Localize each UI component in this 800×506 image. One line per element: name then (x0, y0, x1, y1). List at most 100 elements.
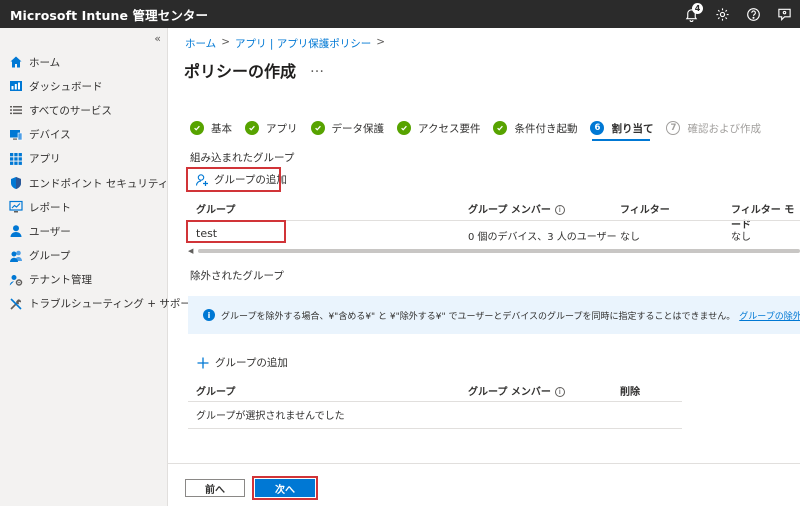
sidebar-item-devices[interactable]: デバイス (0, 123, 168, 147)
feedback-icon[interactable] (769, 0, 800, 28)
scroll-left-icon[interactable]: ◀ (188, 247, 193, 255)
top-bar: Microsoft Intune 管理センター 4 (0, 0, 800, 28)
step-assignments[interactable]: 6 割り当て (590, 121, 653, 136)
step-access-requirements[interactable]: アクセス要件 (397, 121, 480, 136)
plus-icon (197, 357, 209, 368)
step-label: 条件付き起動 (514, 122, 578, 135)
check-icon (310, 121, 325, 135)
sidebar-item-tenant-admin[interactable]: テナント管理 (0, 268, 168, 292)
check-icon (493, 121, 508, 135)
included-groups-label: 組み込まれたグループ (190, 152, 295, 164)
user-icon (9, 224, 23, 238)
sidebar-item-groups[interactable]: グループ (0, 244, 168, 268)
info-link[interactable]: グループの除外の詳細については、ここ (739, 309, 800, 322)
sidebar-item-apps[interactable]: アプリ (0, 147, 168, 171)
sidebar-item-users[interactable]: ユーザー (0, 219, 168, 243)
sidebar-item-reports[interactable]: レポート (0, 195, 168, 219)
included-group-members: 0 個のデバイス、3 人のユーザー (468, 232, 617, 243)
sidebar-item-troubleshooting[interactable]: トラブルシューティング + サポート (0, 292, 201, 316)
step-apps[interactable]: アプリ (245, 121, 298, 136)
sidebar-item-label: すべてのサービス (29, 104, 112, 117)
sidebar-item-label: グループ (29, 250, 71, 263)
excluded-column-header-group: グループ (196, 387, 236, 398)
step-label: 確認および作成 (687, 122, 761, 135)
wizard-steps: 基本 アプリ データ保護 アクセス要件 条件付き起動 6 割り当て 7 確認およ… (190, 120, 774, 136)
horizontal-scrollbar[interactable]: ◀ (188, 247, 800, 255)
sidebar: « ホーム ダッシュボード すべてのサービス デバイス アプリ エンドポイント … (0, 28, 201, 506)
table-divider (188, 401, 682, 402)
excluded-column-header-members: グループ メンバー i (468, 383, 565, 398)
bell-icon[interactable]: 4 (676, 0, 707, 28)
column-header-group: グループ (196, 205, 236, 216)
sidebar-item-all-services[interactable]: すべてのサービス (0, 98, 168, 122)
step-number: 7 (666, 121, 681, 135)
sidebar-item-label: デバイス (29, 129, 71, 142)
included-group-filter-mode: なし (731, 232, 751, 243)
sidebar-item-label: アプリ (29, 153, 61, 166)
help-icon[interactable] (738, 0, 769, 28)
column-header-filter-mode: フィルター モード (731, 205, 795, 231)
step-label: 基本 (211, 122, 232, 135)
gear-icon[interactable] (707, 0, 738, 28)
step-label: アプリ (266, 122, 298, 135)
add-excluded-group-button[interactable]: グループの追加 (196, 355, 288, 370)
check-icon (245, 121, 259, 135)
excluded-empty-text: グループが選択されませんでした (196, 411, 345, 422)
app-title[interactable]: Microsoft Intune 管理センター (0, 5, 208, 24)
sidebar-item-label: レポート (29, 201, 71, 214)
add-group-label: グループの追加 (215, 357, 288, 369)
sidebar-item-home[interactable]: ホーム (0, 50, 168, 74)
collapse-sidebar-icon[interactable]: « (154, 32, 161, 45)
main-content: ホーム > アプリ | アプリ保護ポリシー > ポリシーの作成 … 基本 アプリ… (168, 28, 800, 506)
sidebar-item-label: ホーム (29, 56, 61, 69)
excluded-column-header-members-label: グループ メンバー (468, 387, 551, 398)
more-options-button[interactable]: … (310, 60, 325, 76)
active-step-indicator (592, 139, 650, 141)
step-basics[interactable]: 基本 (190, 121, 232, 136)
step-data-protection[interactable]: データ保護 (310, 121, 385, 136)
sidebar-item-dashboard[interactable]: ダッシュボード (0, 74, 168, 98)
excluded-groups-label: 除外されたグループ (190, 270, 284, 282)
notification-badge: 4 (692, 3, 703, 14)
sidebar-item-label: ダッシュボード (29, 80, 103, 93)
scrollbar-thumb[interactable] (198, 249, 800, 253)
breadcrumb: ホーム > アプリ | アプリ保護ポリシー > (185, 36, 385, 51)
home-icon (9, 55, 23, 69)
reports-icon (9, 200, 23, 214)
back-button[interactable]: 前へ (185, 479, 245, 497)
step-number: 6 (590, 121, 605, 135)
highlight-group-row (186, 220, 286, 243)
sidebar-item-endpoint-security[interactable]: エンドポイント セキュリティ (0, 171, 168, 195)
breadcrumb-app-protection[interactable]: アプリ | アプリ保護ポリシー (235, 36, 371, 51)
step-conditional-launch[interactable]: 条件付き起動 (493, 121, 577, 136)
list-icon (9, 103, 23, 117)
breadcrumb-separator: > (221, 36, 230, 48)
column-header-members: グループ メンバー i (468, 201, 565, 216)
group-icon (9, 249, 23, 263)
sidebar-item-label: ユーザー (29, 225, 71, 238)
check-icon (190, 121, 204, 135)
dashboard-icon (9, 79, 23, 93)
page-title: ポリシーの作成 (184, 62, 297, 81)
sidebar-item-label: エンドポイント セキュリティ (29, 177, 169, 190)
sidebar-item-label: テナント管理 (29, 274, 92, 287)
tenant-icon (9, 273, 23, 287)
step-label: データ保護 (331, 122, 385, 135)
tools-icon (9, 297, 23, 311)
info-icon[interactable]: i (554, 205, 565, 215)
devices-icon (9, 128, 23, 142)
info-icon[interactable]: i (554, 387, 565, 397)
shield-icon (9, 176, 23, 190)
highlight-next-button (252, 476, 318, 500)
excluded-column-header-delete: 削除 (620, 387, 640, 398)
table-divider (188, 428, 682, 429)
sidebar-nav: ホーム ダッシュボード すべてのサービス デバイス アプリ エンドポイント セキ… (0, 50, 201, 316)
step-review-create[interactable]: 7 確認および作成 (666, 121, 761, 136)
step-label: アクセス要件 (418, 122, 481, 135)
column-header-members-label: グループ メンバー (468, 205, 551, 216)
breadcrumb-home[interactable]: ホーム (185, 36, 216, 51)
highlight-add-group (186, 167, 281, 192)
info-text: グループを除外する場合、¥"含める¥" と ¥"除外する¥" でユーザーとデバイ… (221, 311, 736, 322)
included-group-filter: なし (620, 232, 640, 243)
check-icon (397, 121, 411, 135)
